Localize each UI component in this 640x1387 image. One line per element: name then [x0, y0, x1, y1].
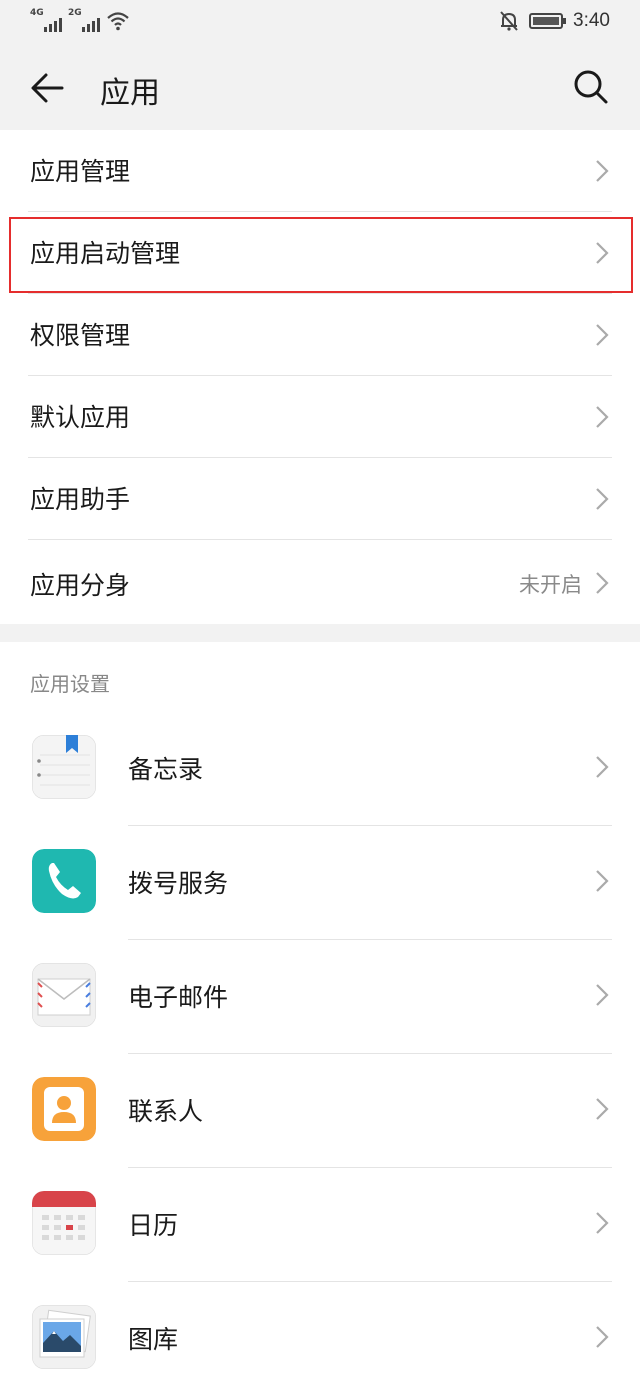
app-item-label: 备忘录 [128, 755, 204, 784]
network-type-label: 4G [30, 8, 44, 18]
chevron-right-icon [596, 324, 609, 346]
app-settings-list: 应用设置 备忘录 拨号服务 电子邮件 联系人 日历 图库 [0, 642, 640, 1387]
app-item-label: 图库 [128, 1325, 179, 1354]
chevron-right-icon [596, 1098, 609, 1120]
chevron-right-icon [596, 756, 609, 778]
app-item-label: 联系人 [128, 1097, 204, 1126]
wifi-icon [107, 12, 129, 31]
section-title: 应用设置 [30, 672, 110, 696]
app-item-label: 拨号服务 [128, 869, 229, 898]
chevron-right-icon [596, 242, 609, 264]
gallery-icon [32, 1305, 96, 1369]
menu-item-app-management[interactable]: 应用管理 [0, 130, 640, 212]
menu-item-label: 应用分身 [30, 571, 131, 600]
menu-item-label: 默认应用 [30, 403, 131, 432]
chevron-right-icon [596, 160, 609, 182]
page-title: 应用 [100, 76, 160, 111]
app-item-gallery[interactable]: 图库 [0, 1282, 640, 1387]
battery-icon [529, 13, 567, 29]
menu-item-label: 应用助手 [30, 485, 131, 514]
cell-signal-icon: 2G [68, 8, 100, 32]
chevron-right-icon [596, 870, 609, 892]
menu-item-app-twin[interactable]: 应用分身 未开启 [0, 540, 640, 624]
phone-icon [32, 849, 96, 913]
chevron-right-icon [596, 1326, 609, 1348]
app-item-contacts[interactable]: 联系人 [0, 1054, 640, 1168]
status-bar: 4G 2G 3:40 [0, 0, 640, 44]
app-item-calendar[interactable]: 日历 [0, 1168, 640, 1282]
chevron-right-icon [596, 984, 609, 1006]
status-value: 未开启 [519, 573, 582, 597]
app-item-email[interactable]: 电子邮件 [0, 940, 640, 1054]
notepad-icon [32, 735, 96, 799]
app-item-notes[interactable]: 备忘录 [0, 712, 640, 826]
email-icon [32, 963, 96, 1027]
bell-muted-icon [500, 11, 518, 31]
calendar-icon [32, 1191, 96, 1255]
title-bar: 应用 [0, 44, 640, 130]
search-icon[interactable] [572, 68, 610, 106]
menu-item-label: 权限管理 [30, 321, 131, 350]
menu-item-app-assistant[interactable]: 应用助手 [0, 458, 640, 540]
contacts-icon [32, 1077, 96, 1141]
menu-item-permission-management[interactable]: 权限管理 [0, 294, 640, 376]
back-arrow-icon[interactable] [28, 68, 68, 108]
app-item-dialer[interactable]: 拨号服务 [0, 826, 640, 940]
chevron-right-icon [596, 488, 609, 510]
chevron-right-icon [596, 572, 609, 594]
chevron-right-icon [596, 406, 609, 428]
chevron-right-icon [596, 1212, 609, 1234]
app-item-label: 日历 [128, 1211, 179, 1240]
app-item-label: 电子邮件 [128, 983, 229, 1012]
menu-item-app-launch-management[interactable]: 应用启动管理 [0, 212, 640, 294]
app-menu-list: 应用管理 应用启动管理 权限管理 默认应用 应用助手 应用分身 未开启 [0, 130, 640, 624]
network-type-label: 2G [68, 8, 82, 18]
menu-item-label: 应用启动管理 [30, 239, 181, 268]
menu-item-default-apps[interactable]: 默认应用 [0, 376, 640, 458]
menu-item-label: 应用管理 [30, 157, 131, 186]
status-time: 3:40 [573, 10, 610, 31]
cell-signal-icon: 4G [30, 8, 62, 32]
